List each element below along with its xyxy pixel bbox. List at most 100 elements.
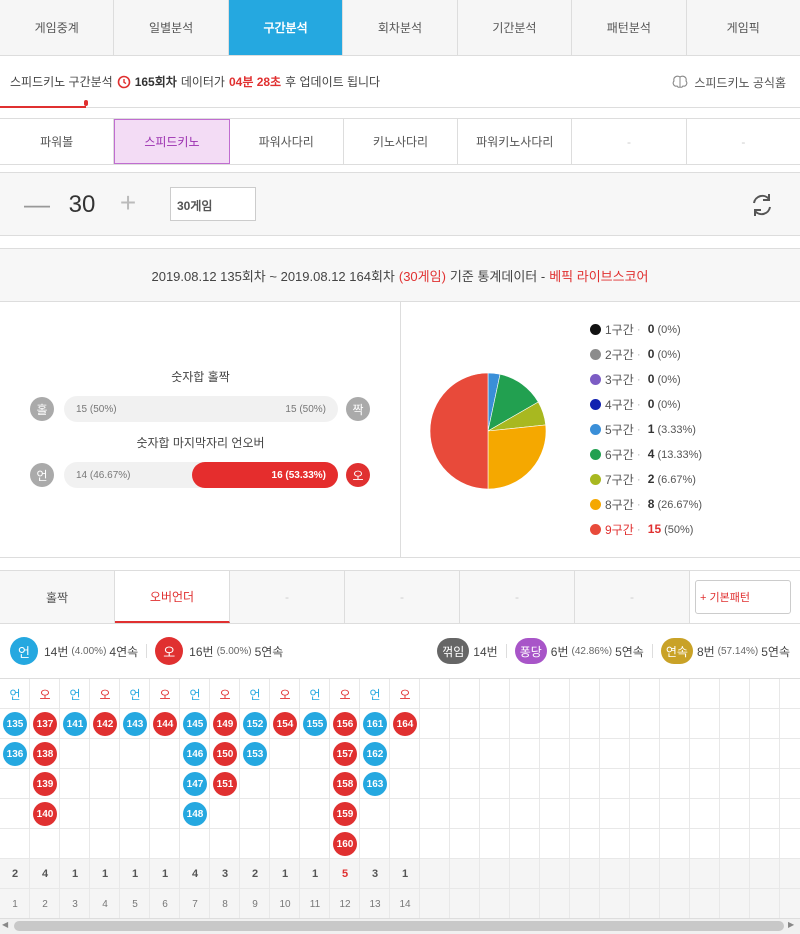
legend-item: 5구간 · 1 (3.33%) bbox=[590, 420, 696, 438]
tab-powerball[interactable]: 파워볼 bbox=[0, 119, 115, 164]
legend-dot bbox=[590, 423, 601, 435]
grid-cell bbox=[540, 739, 570, 769]
grid-cell bbox=[210, 799, 240, 829]
pong-badge: 퐁당 bbox=[514, 638, 547, 664]
divider bbox=[146, 644, 148, 658]
column-count: 1 bbox=[131, 868, 139, 880]
column-index: 6 bbox=[162, 898, 168, 910]
legend-item: 2구간 · 0 (0%) bbox=[590, 345, 681, 363]
round-ball: 158 bbox=[333, 772, 357, 796]
tab-game-broadcast[interactable]: 게임중계 bbox=[0, 0, 115, 55]
grid-cell bbox=[510, 679, 540, 709]
grid-cell bbox=[630, 709, 660, 739]
round-ball: 135 bbox=[3, 712, 27, 736]
legend-percent: (50%) bbox=[664, 524, 694, 536]
tab-odd-even[interactable]: 홀짝 bbox=[0, 571, 115, 623]
tab-over-under[interactable]: 오버언더 bbox=[115, 571, 230, 623]
grid-cell bbox=[540, 709, 570, 739]
legend-percent: (13.33%) bbox=[657, 449, 703, 461]
grid-cell bbox=[720, 769, 750, 799]
legend-item: 9구간 · 15 (50%) bbox=[590, 520, 693, 538]
column-index: 9 bbox=[252, 898, 258, 910]
tab-pattern-analysis[interactable]: 패턴분석 bbox=[572, 0, 687, 55]
under-streak: 4연속 bbox=[109, 644, 139, 659]
column-index: 10 bbox=[279, 898, 291, 910]
legend-separator: · bbox=[636, 472, 641, 486]
tab-range-analysis[interactable]: 구간분석 bbox=[228, 0, 344, 55]
grid-cell bbox=[720, 709, 750, 739]
grid-cell bbox=[660, 739, 690, 769]
game-count-select[interactable]: 30게임 bbox=[170, 187, 256, 221]
tab-power-ladder[interactable]: 파워사다리 bbox=[230, 119, 344, 164]
even-icon: 짝 bbox=[346, 397, 370, 421]
scroll-left-arrow[interactable]: ◀ bbox=[2, 920, 8, 929]
grid-cell bbox=[510, 739, 540, 769]
grid-cell bbox=[270, 739, 300, 769]
legend-value: 2 bbox=[647, 472, 655, 486]
grid-cell bbox=[720, 889, 750, 919]
grid-cell bbox=[420, 739, 450, 769]
tab-powerkeno-ladder[interactable]: 파워키노사다리 bbox=[458, 119, 573, 164]
tab-keno-ladder[interactable]: 키노사다리 bbox=[344, 119, 459, 164]
grid-cell bbox=[780, 739, 800, 769]
pong-streak: 5연속 bbox=[615, 644, 644, 659]
grid-cell bbox=[90, 769, 120, 799]
column-index: 13 bbox=[369, 898, 381, 910]
basic-pattern-button[interactable]: + 기본패턴 bbox=[695, 580, 791, 614]
scroll-right-arrow[interactable]: ▶ bbox=[788, 920, 794, 929]
streak-streak: 5연속 bbox=[761, 644, 790, 659]
tab-daily-analysis[interactable]: 일별분석 bbox=[114, 0, 229, 55]
odd-icon: 홀 bbox=[30, 397, 54, 421]
grid-column-header: 오 bbox=[39, 687, 51, 702]
legend-item: 4구간 · 0 (0%) bbox=[590, 395, 681, 413]
legend-count: 15 (50%) bbox=[648, 522, 694, 536]
grid-cell bbox=[780, 799, 800, 829]
streak-badge: 연속 bbox=[660, 638, 693, 664]
grid-cell bbox=[90, 799, 120, 829]
brain-icon bbox=[672, 75, 688, 89]
column-count: 1 bbox=[281, 868, 289, 880]
grid-cell bbox=[570, 739, 600, 769]
round-ball: 137 bbox=[33, 712, 57, 736]
grid-cell bbox=[660, 889, 690, 919]
tab-round-analysis[interactable]: 회차분석 bbox=[343, 0, 458, 55]
stats-basis: 기준 통계데이터 - bbox=[449, 268, 546, 284]
grid-cell bbox=[420, 889, 450, 919]
grid-cell bbox=[30, 829, 60, 859]
over-streak: 5연속 bbox=[254, 644, 284, 659]
official-home-link[interactable]: 스피드키노 공식홈 bbox=[672, 56, 786, 108]
countdown-timer: 04분 28초 bbox=[228, 75, 282, 89]
tab-period-analysis[interactable]: 기간분석 bbox=[458, 0, 573, 55]
refresh-icon[interactable] bbox=[748, 191, 776, 219]
legend-percent: (6.67%) bbox=[657, 474, 696, 486]
clock-icon bbox=[117, 75, 131, 89]
tab-speedkeno[interactable]: 스피드키노 bbox=[114, 119, 230, 164]
legend-count: 0 (0%) bbox=[648, 397, 681, 411]
round-ball: 150 bbox=[213, 742, 237, 766]
column-count: 2 bbox=[11, 868, 19, 880]
grid-cell bbox=[600, 889, 630, 919]
legend-separator: · bbox=[636, 522, 641, 536]
round-ball: 147 bbox=[183, 772, 207, 796]
increase-button[interactable]: + bbox=[116, 189, 140, 217]
grid-cell bbox=[120, 739, 150, 769]
legend-dot bbox=[590, 373, 601, 385]
legend-count: 2 (6.67%) bbox=[648, 472, 696, 486]
decrease-button[interactable]: — bbox=[24, 191, 50, 217]
grid-cell bbox=[450, 829, 480, 859]
grid-cell bbox=[450, 739, 480, 769]
grid-cell bbox=[420, 799, 450, 829]
scrollbar-thumb[interactable] bbox=[14, 921, 784, 931]
odd-value: 15 (50%) bbox=[76, 404, 117, 415]
grid-cell bbox=[540, 769, 570, 799]
tab-game-pick[interactable]: 게임픽 bbox=[687, 0, 800, 55]
grid-cell bbox=[270, 769, 300, 799]
grid-cell bbox=[600, 859, 630, 889]
grid-cell bbox=[390, 769, 420, 799]
game-tabs: 파워볼 스피드키노 파워사다리 키노사다리 파워키노사다리 - - bbox=[0, 118, 800, 165]
column-count: 1 bbox=[401, 868, 409, 880]
grid-cell bbox=[720, 679, 750, 709]
break-badge: 꺾임 bbox=[437, 638, 470, 664]
legend-count: 0 (0%) bbox=[648, 322, 681, 336]
grid-cell bbox=[420, 679, 450, 709]
